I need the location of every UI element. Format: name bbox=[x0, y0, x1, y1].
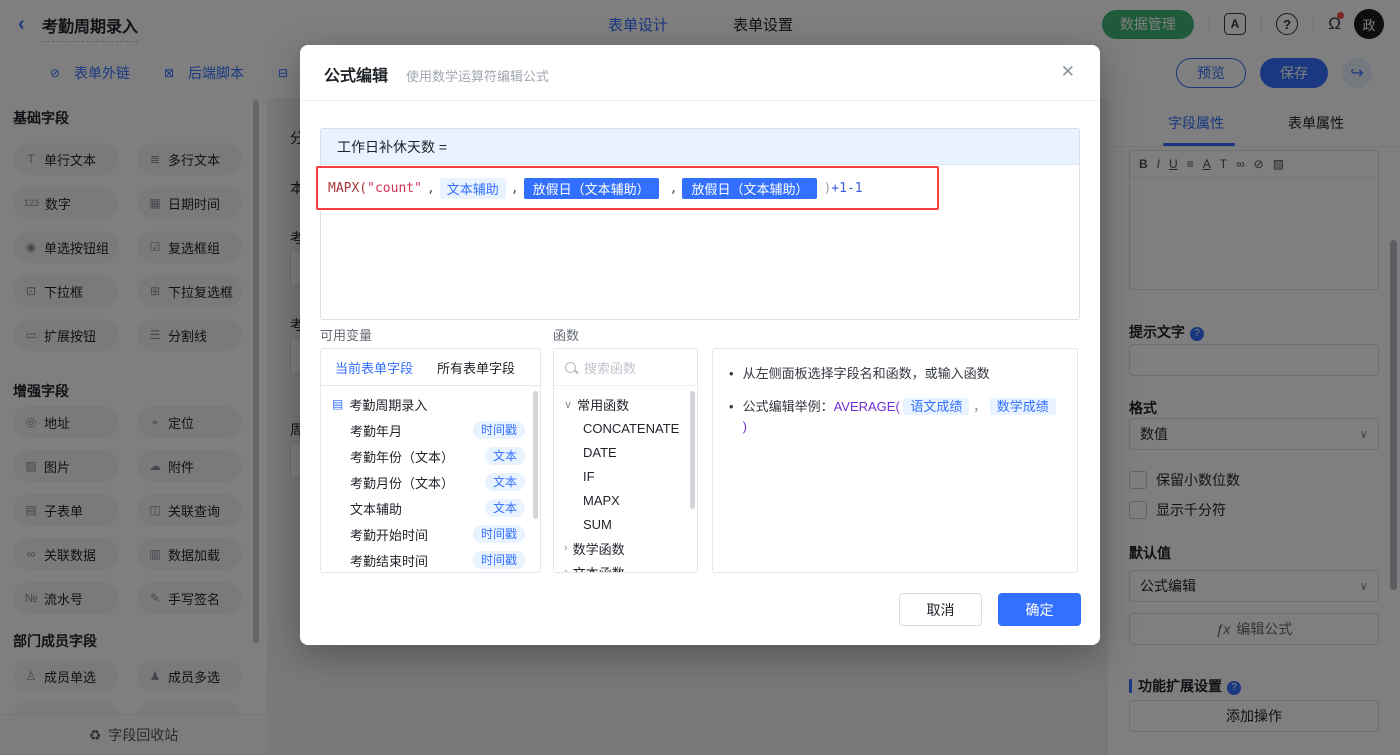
variables-scrollbar-thumb[interactable] bbox=[533, 391, 538, 519]
variables-root[interactable]: ▤ 考勤周期录入 bbox=[321, 391, 540, 417]
bullet-icon: • bbox=[729, 399, 734, 414]
comma-token: , bbox=[669, 180, 678, 196]
comma-token: , bbox=[426, 180, 435, 196]
comma-token: ， bbox=[973, 399, 987, 414]
close-icon[interactable]: ✕ bbox=[1061, 62, 1075, 82]
chevron-right-icon: › bbox=[564, 566, 568, 573]
chevron-down-icon: ∨ bbox=[564, 398, 573, 411]
variable-row[interactable]: 考勤年份（文本） 文本 bbox=[321, 443, 540, 469]
variable-row[interactable]: 考勤开始时间 时间戳 bbox=[321, 521, 540, 547]
modal-footer: 取消 确定 bbox=[899, 593, 1081, 626]
search-icon bbox=[565, 361, 576, 373]
variable-row[interactable]: 文本辅助 文本 bbox=[321, 495, 540, 521]
modal-title: 公式编辑 bbox=[324, 68, 389, 85]
tips-panel: • 从左侧面板选择字段名和函数，或输入函数 • 公式编辑举例：AVERAGE( 语… bbox=[712, 348, 1078, 573]
formula-edit-modal: 公式编辑 使用数学运算符编辑公式 ✕ 工作日补休天数 = MAPX( "coun… bbox=[300, 45, 1100, 645]
function-group-text[interactable]: › 文本函数 bbox=[554, 560, 697, 573]
function-item[interactable]: CONCATENATE bbox=[554, 416, 697, 440]
variable-row[interactable]: 考勤年月 时间戳 bbox=[321, 417, 540, 443]
functions-label: 函数 bbox=[553, 328, 580, 343]
form-doc-icon: ▤ bbox=[332, 397, 344, 411]
formula-input-line[interactable]: MAPX( "count" , 文本辅助 , 放假日（文本辅助） , 放假日（文… bbox=[316, 166, 939, 210]
modal-header: 公式编辑 使用数学运算符编辑公式 ✕ bbox=[300, 45, 1100, 101]
function-item[interactable]: DATE bbox=[554, 440, 697, 464]
type-badge: 文本 bbox=[484, 499, 525, 517]
string-token: "count" bbox=[367, 180, 422, 196]
function-token: MAPX( bbox=[328, 180, 368, 196]
example-paren-token: ) bbox=[742, 419, 747, 434]
cancel-button[interactable]: 取消 bbox=[899, 593, 982, 626]
function-item[interactable]: IF bbox=[554, 464, 697, 488]
tab-all-form-fields[interactable]: 所有表单字段 bbox=[437, 358, 515, 377]
comma-token: , bbox=[510, 180, 519, 196]
type-badge: 时间戳 bbox=[472, 525, 525, 543]
variables-tabs: 当前表单字段 所有表单字段 bbox=[321, 349, 540, 386]
formula-target: 工作日补休天数 = bbox=[321, 129, 1079, 165]
type-badge: 文本 bbox=[484, 473, 525, 491]
tip-item-example: • 公式编辑举例：AVERAGE( 语文成绩 ， 数学成绩 ) bbox=[729, 397, 1061, 437]
variables-label: 可用变量 bbox=[320, 328, 373, 343]
function-group-common[interactable]: ∨ 常用函数 bbox=[554, 392, 697, 416]
example-field-chip: 语文成绩 bbox=[903, 398, 970, 415]
tab-current-form-fields[interactable]: 当前表单字段 bbox=[335, 358, 413, 377]
example-function-token: AVERAGE( bbox=[833, 399, 900, 414]
paren-token: ) bbox=[823, 180, 832, 196]
app-root: ‹ 考勤周期录入 表单设计 表单设置 数据管理 | A | ? | Ω 政 ⊘表… bbox=[0, 0, 1400, 755]
chevron-right-icon: › bbox=[564, 542, 568, 554]
type-badge: 时间戳 bbox=[472, 421, 525, 439]
field-chip-holiday-1[interactable]: 放假日（文本辅助） bbox=[523, 177, 659, 199]
function-search[interactable]: 搜索函数 bbox=[554, 349, 697, 386]
function-item[interactable]: MAPX bbox=[554, 488, 697, 512]
function-group-math[interactable]: › 数学函数 bbox=[554, 536, 697, 560]
variable-row[interactable]: 考勤结束时间 时间戳 bbox=[321, 547, 540, 572]
function-item[interactable]: SUM bbox=[554, 512, 697, 536]
type-badge: 时间戳 bbox=[472, 551, 525, 569]
variable-row[interactable]: 考勤月份（文本） 文本 bbox=[321, 469, 540, 495]
functions-scrollbar-thumb[interactable] bbox=[690, 391, 695, 509]
bullet-icon: • bbox=[729, 366, 734, 381]
field-chip-text-helper[interactable]: 文本辅助 bbox=[439, 177, 506, 199]
field-chip-holiday-2[interactable]: 放假日（文本辅助） bbox=[682, 177, 818, 199]
type-badge: 文本 bbox=[484, 447, 525, 465]
tip-item: • 从左侧面板选择字段名和函数，或输入函数 bbox=[729, 364, 1061, 384]
confirm-button[interactable]: 确定 bbox=[998, 593, 1081, 626]
example-field-chip: 数学成绩 bbox=[989, 398, 1056, 415]
variables-panel: 当前表单字段 所有表单字段 ▤ 考勤周期录入 考勤年月 时间戳 考勤年份（文本） 文本… bbox=[320, 348, 541, 573]
page-scrollbar-thumb[interactable] bbox=[1390, 240, 1397, 590]
modal-subtitle: 使用数学运算符编辑公式 bbox=[406, 69, 550, 84]
functions-panel: 搜索函数 ∨ 常用函数 CONCATENATE DATE IF MAPX SUM … bbox=[553, 348, 698, 573]
formula-editor[interactable]: 工作日补休天数 = bbox=[320, 128, 1080, 320]
search-placeholder: 搜索函数 bbox=[584, 360, 637, 376]
operator-token: +1-1 bbox=[831, 180, 863, 196]
